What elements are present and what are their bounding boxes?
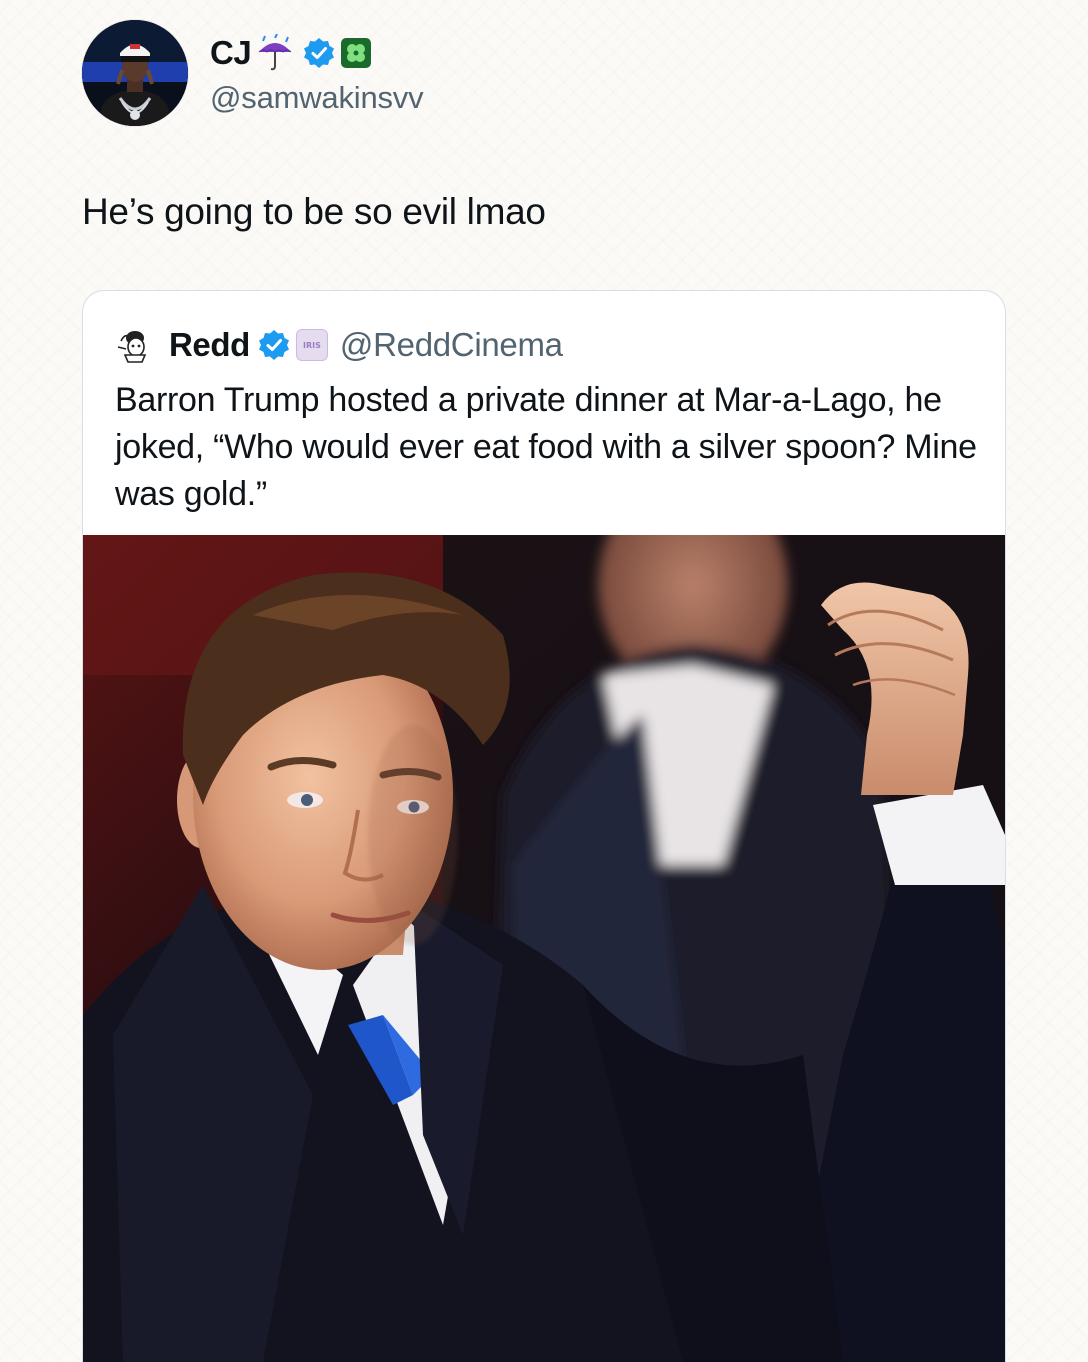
verified-badge-icon[interactable]: [258, 329, 290, 361]
verified-badge-icon[interactable]: [303, 37, 335, 69]
iris-affiliate-badge-icon[interactable]: IRIS: [295, 329, 328, 361]
author-avatar[interactable]: [82, 20, 188, 126]
quoted-author-avatar[interactable]: [115, 325, 155, 365]
quoted-tweet-photo[interactable]: [83, 535, 1005, 1362]
author-meta: CJ @samwakinsvv: [210, 32, 424, 116]
quoted-tweet-card[interactable]: Redd IRIS @ReddCinema Barron Trump hoste…: [82, 290, 1006, 1362]
quoted-tweet-header: Redd IRIS @ReddCinema: [115, 325, 563, 365]
umbrella-with-rain-emoji-icon: [255, 33, 295, 72]
tweet-text: He’s going to be so evil lmao: [82, 191, 546, 232]
author-display-name[interactable]: CJ: [210, 34, 252, 72]
display-name-row: CJ: [210, 32, 423, 74]
four-leaf-clover-emoji-icon: [341, 38, 372, 68]
tweet-author-row: CJ @samwakinsvv: [82, 20, 424, 126]
quoted-author-display-name[interactable]: Redd: [169, 326, 250, 364]
quoted-author-handle[interactable]: @ReddCinema: [340, 326, 563, 364]
author-handle[interactable]: @samwakinsvv: [210, 80, 424, 116]
tweet: CJ @samwakinsvv He’s going to be so evil…: [0, 0, 1088, 1362]
quoted-tweet-text: Barron Trump hosted a private dinner at …: [115, 381, 977, 513]
